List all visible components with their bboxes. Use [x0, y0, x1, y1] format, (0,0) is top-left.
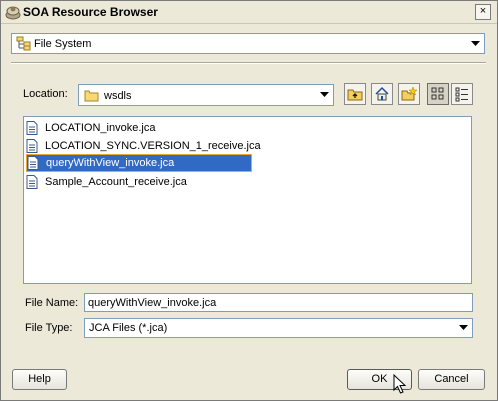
list-view-toggle[interactable] [427, 83, 449, 105]
file-item[interactable]: LOCATION_invoke.jca [26, 119, 155, 137]
new-folder-icon [401, 86, 417, 101]
home-button[interactable] [371, 83, 393, 105]
file-type-label: File Type: [25, 322, 73, 334]
file-name-text: LOCATION_SYNC.VERSION_1_receive.jca [45, 140, 261, 152]
home-icon [375, 86, 389, 101]
up-folder-icon [347, 89, 363, 101]
file-type-dropdown[interactable]: JCA Files (*.jca) [84, 318, 473, 338]
location-label: Location: [23, 88, 68, 100]
mouse-cursor-icon [393, 374, 407, 394]
up-folder-button[interactable] [344, 83, 366, 105]
file-name-text: queryWithView_invoke.jca [46, 157, 175, 169]
file-item-selected[interactable]: queryWithView_invoke.jca [26, 154, 252, 172]
help-button[interactable]: Help [12, 369, 67, 390]
file-system-icon [16, 36, 31, 51]
list-view-icon [431, 87, 444, 100]
folder-icon [84, 90, 99, 102]
file-name-input[interactable] [84, 293, 473, 312]
cancel-button[interactable]: Cancel [418, 369, 485, 390]
soa-app-icon [5, 6, 21, 20]
chevron-down-icon[interactable] [317, 87, 331, 103]
chevron-down-icon[interactable] [456, 321, 470, 335]
chevron-down-icon[interactable] [468, 36, 482, 51]
details-view-icon [455, 87, 468, 102]
document-icon [27, 156, 39, 170]
document-icon [26, 175, 38, 189]
source-type-dropdown[interactable]: File System [11, 33, 485, 54]
file-item[interactable]: LOCATION_SYNC.VERSION_1_receive.jca [26, 137, 261, 155]
file-name-text: Sample_Account_receive.jca [45, 176, 187, 188]
location-value: wsdls [104, 90, 132, 102]
file-list[interactable]: LOCATION_invoke.jca LOCATION_SYNC.VERSIO… [23, 116, 472, 284]
file-name-text: LOCATION_invoke.jca [45, 122, 156, 134]
source-type-value: File System [34, 38, 92, 50]
new-folder-button[interactable] [398, 83, 420, 105]
details-view-toggle[interactable] [451, 83, 473, 105]
close-icon[interactable]: × [475, 4, 491, 20]
divider [11, 62, 486, 64]
title-bar: SOA Resource Browser × [1, 1, 497, 24]
file-name-label: File Name: [25, 297, 79, 309]
file-type-value: JCA Files (*.jca) [89, 322, 168, 334]
file-item[interactable]: Sample_Account_receive.jca [26, 173, 187, 191]
document-icon [26, 121, 38, 135]
window-title: SOA Resource Browser [23, 5, 158, 19]
soa-resource-browser-dialog: SOA Resource Browser × File System Locat… [0, 0, 498, 401]
location-dropdown[interactable]: wsdls [78, 84, 334, 106]
document-icon [26, 139, 38, 153]
